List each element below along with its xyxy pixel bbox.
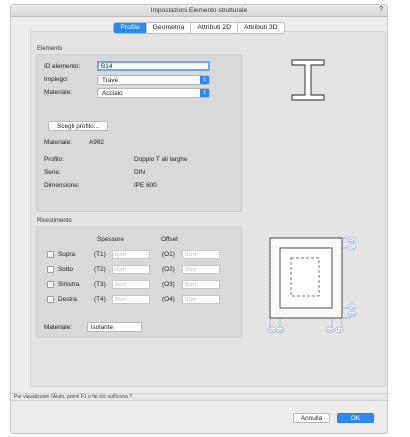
dialog-window: Impostazioni Elemento strutturale ? Prof…: [10, 4, 388, 434]
ok-button[interactable]: OK: [337, 413, 374, 423]
o1-code: (O1): [162, 251, 175, 258]
elemento-box: ID elemento: B14 Impiego: Trave ⇕ Materi…: [36, 54, 242, 212]
destra-checkbox[interactable]: [47, 296, 54, 303]
info-dimensione-value: IPE 600: [134, 182, 157, 189]
rivestimento-materiale-label: Materiale:: [44, 324, 73, 331]
svg-text:O4: O4: [327, 328, 333, 333]
info-materiale-label: Materiale:: [44, 139, 73, 146]
cladding-diagram: O1 T1 T2 O2 T3 O3 O4 T4: [267, 236, 357, 334]
rivestimento-box: Spessore Offset Sopra (T1) 0cm (O1) 0cm …: [36, 226, 242, 338]
info-serie-value: DIN: [134, 169, 146, 176]
scegli-profilo-button[interactable]: Scegli profilo...: [48, 121, 108, 131]
t2-code: (T2): [94, 266, 106, 273]
main-panel: Elemento ID elemento: B14 Impiego: Trave…: [30, 31, 386, 387]
t1-input[interactable]: 0cm: [112, 250, 150, 259]
tab-attributi-3d[interactable]: Attributi 3D: [237, 23, 284, 33]
sinistra-checkbox[interactable]: [47, 281, 54, 288]
info-serie-label: Serie:: [44, 169, 61, 176]
diagram-label-o3: O3: [275, 326, 285, 334]
info-profilo-value: Doppio T ali larghe: [134, 156, 188, 163]
materiale-value: Acciaio: [102, 90, 123, 97]
materiale-select[interactable]: Acciaio ⇕: [97, 88, 210, 98]
sopra-checkbox[interactable]: [47, 251, 54, 258]
t4-input[interactable]: 0cm: [112, 295, 150, 304]
o4-input[interactable]: 0cm: [182, 295, 220, 304]
impiego-value: Trave: [102, 77, 119, 84]
diagram-label-t4: T4: [334, 326, 344, 334]
o3-input[interactable]: 0cm: [182, 280, 220, 289]
diagram-label-o4: O4: [325, 326, 335, 334]
spessore-header: Spessore: [97, 236, 124, 243]
svg-text:T3: T3: [270, 328, 276, 333]
diagram-label-o1: O1: [347, 236, 357, 244]
impiego-select[interactable]: Trave ⇕: [97, 75, 210, 85]
tab-geometria[interactable]: Geometria: [145, 23, 191, 33]
t1-code: (T1): [94, 251, 106, 258]
impiego-label: Impiego:: [44, 76, 69, 83]
o3-code: (O3): [162, 281, 175, 288]
sotto-checkbox[interactable]: [47, 266, 54, 273]
help-icon[interactable]: ?: [379, 6, 383, 13]
svg-text:O2: O2: [349, 312, 355, 317]
select-arrow-icon: ⇕: [200, 76, 209, 84]
diagram-label-o2: O2: [347, 310, 357, 318]
svg-text:T2: T2: [350, 305, 356, 310]
id-elemento-input[interactable]: B14: [97, 61, 210, 71]
t4-code: (T4): [94, 296, 106, 303]
sotto-label: Sotto: [58, 266, 73, 273]
info-dimensione-label: Dimensione:: [44, 182, 80, 189]
destra-label: Destra: [58, 296, 77, 303]
svg-text:O3: O3: [277, 328, 283, 333]
tab-attributi-2d[interactable]: Attributi 2D: [190, 23, 237, 33]
materiale-label: Materiale:: [44, 89, 73, 96]
o2-input[interactable]: 0cm: [182, 265, 220, 274]
diagram-label-t2: T2: [347, 303, 357, 311]
title-bar: Impostazioni Elemento strutturale ?: [11, 5, 387, 17]
rivestimento-materiale-input[interactable]: isolante: [87, 322, 142, 332]
o4-code: (O4): [162, 296, 175, 303]
id-elemento-label: ID elemento:: [44, 63, 81, 70]
select-arrow-icon: ⇕: [200, 89, 209, 97]
o2-code: (O2): [162, 266, 175, 273]
rivestimento-group-label: Rivestimento: [37, 218, 72, 224]
i-beam-profile-icon: [291, 59, 325, 101]
svg-text:T1: T1: [350, 245, 356, 250]
sinistra-label: Sinistra: [58, 281, 80, 288]
t3-code: (T3): [94, 281, 106, 288]
info-profilo-label: Profilo:: [44, 156, 64, 163]
tab-profilo[interactable]: Profilo: [114, 23, 146, 33]
sopra-label: Sopra: [58, 251, 76, 258]
cancel-button[interactable]: Annulla: [293, 413, 330, 423]
tab-bar: Profilo Geometria Attributi 2D Attributi…: [11, 22, 387, 34]
svg-text:O1: O1: [349, 238, 355, 243]
elemento-group-label: Elemento: [37, 46, 63, 52]
diagram-label-t1: T1: [347, 243, 357, 251]
offset-header: Offset: [161, 236, 178, 243]
diagram-label-t3: T3: [267, 326, 277, 334]
window-title: Impostazioni Elemento strutturale: [150, 7, 248, 14]
t2-input[interactable]: 0cm: [112, 265, 150, 274]
svg-text:T4: T4: [337, 328, 343, 333]
t3-input[interactable]: 0cm: [112, 280, 150, 289]
cladding-inner-rect: [279, 247, 333, 309]
o1-input[interactable]: 0cm: [182, 250, 220, 259]
info-materiale-value: A992: [89, 139, 104, 146]
status-bar: Per visualizzare l'Aiuto, premi F1 o fai…: [11, 393, 387, 401]
